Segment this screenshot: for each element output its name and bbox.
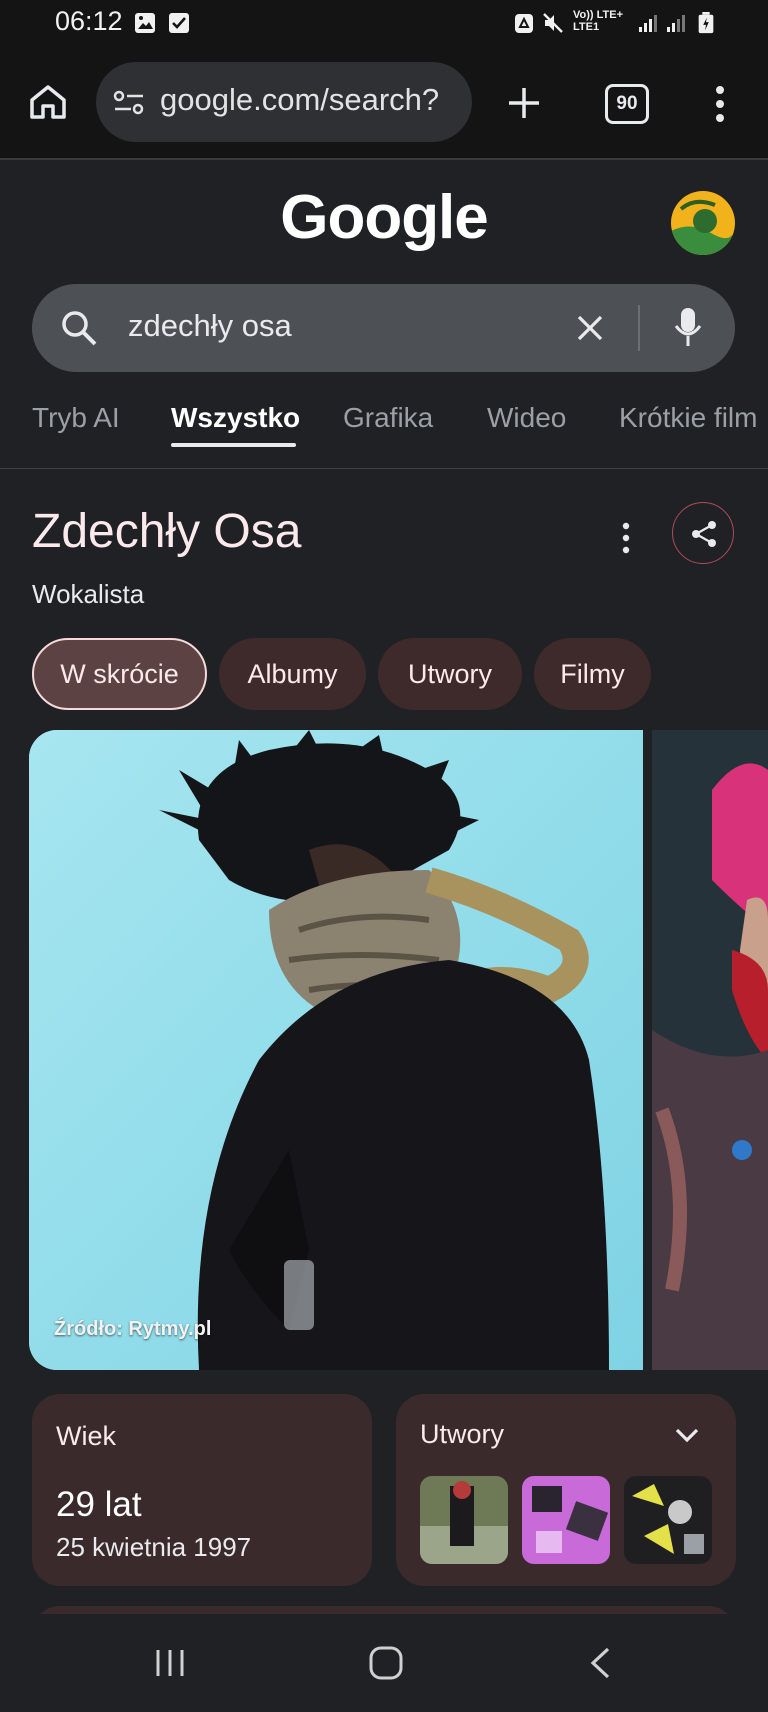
artist-photo-main[interactable] (29, 730, 643, 1370)
tab-images[interactable]: Grafika (343, 402, 433, 434)
home-icon[interactable] (28, 82, 68, 122)
chip-albums[interactable]: Albumy (219, 638, 366, 710)
chevron-down-icon[interactable] (674, 1426, 700, 1444)
track-thumbnail-image (522, 1476, 610, 1564)
site-settings-icon[interactable] (113, 89, 145, 117)
share-icon (692, 521, 716, 547)
age-card-value: 29 lat (56, 1485, 142, 1524)
chip-overview[interactable]: W skrócie (32, 638, 207, 710)
tabs-divider (0, 468, 768, 469)
url-text[interactable]: google.com/search? (160, 82, 439, 118)
network-label-bottom: LTE1 (573, 21, 600, 33)
more-options-icon[interactable] (616, 520, 636, 556)
search-divider (638, 305, 640, 351)
status-time: 06:12 (55, 6, 123, 36)
mute-icon (543, 13, 563, 33)
tab-short-videos[interactable]: Krótkie film (619, 402, 757, 434)
search-input[interactable]: zdechły osa (128, 308, 292, 344)
microphone-icon[interactable] (673, 306, 703, 348)
tab-all[interactable]: Wszystko (171, 402, 300, 434)
image-source-caption[interactable]: Źródło: Rytmy.pl (54, 1318, 211, 1341)
gallery-icon (135, 13, 155, 33)
entity-subtitle: Wokalista (32, 579, 145, 609)
signal-icon (667, 15, 685, 32)
track-thumbnail[interactable] (522, 1476, 610, 1564)
share-button[interactable] (672, 502, 734, 564)
search-icon (62, 311, 97, 346)
chip-videos[interactable]: Filmy (534, 638, 651, 710)
recycle-icon (515, 14, 533, 33)
track-thumbnail[interactable] (624, 1476, 712, 1564)
track-thumbnail[interactable] (420, 1476, 508, 1564)
tracks-card-label: Utwory (420, 1419, 505, 1449)
track-thumbnail-image (420, 1476, 508, 1564)
tab-switcher-button[interactable]: 90 (605, 84, 649, 124)
avatar[interactable] (671, 191, 735, 255)
age-card-label: Wiek (56, 1421, 116, 1451)
tab-videos[interactable]: Wideo (487, 402, 566, 434)
clear-icon[interactable] (576, 314, 604, 342)
artist-photo-illustration (29, 730, 643, 1370)
chip-tracks[interactable]: Utwory (378, 638, 522, 710)
entity-title: Zdechły Osa (32, 505, 302, 558)
battery-icon (698, 12, 714, 34)
avatar-image (671, 191, 735, 255)
active-tab-indicator (171, 443, 296, 447)
signal-icon (639, 15, 657, 32)
recent-apps-icon[interactable] (154, 1647, 186, 1679)
home-navigation-icon[interactable] (368, 1645, 404, 1681)
back-icon[interactable] (588, 1646, 612, 1680)
overflow-menu-icon[interactable] (710, 84, 730, 124)
tab-ai-mode[interactable]: Tryb AI (32, 402, 120, 434)
artist-photo-secondary[interactable] (652, 730, 768, 1370)
network-label-top: Vo)) LTE+ (573, 9, 624, 21)
check-icon (169, 13, 189, 33)
track-thumbnail-image (624, 1476, 712, 1564)
google-logo[interactable]: Google (0, 182, 768, 253)
age-card-birthdate: 25 kwietnia 1997 (56, 1532, 252, 1562)
network-label: Vo)) LTE+ LTE1 (573, 9, 623, 33)
new-tab-icon[interactable] (507, 86, 541, 120)
artist-photo-secondary-illustration (652, 730, 768, 1370)
